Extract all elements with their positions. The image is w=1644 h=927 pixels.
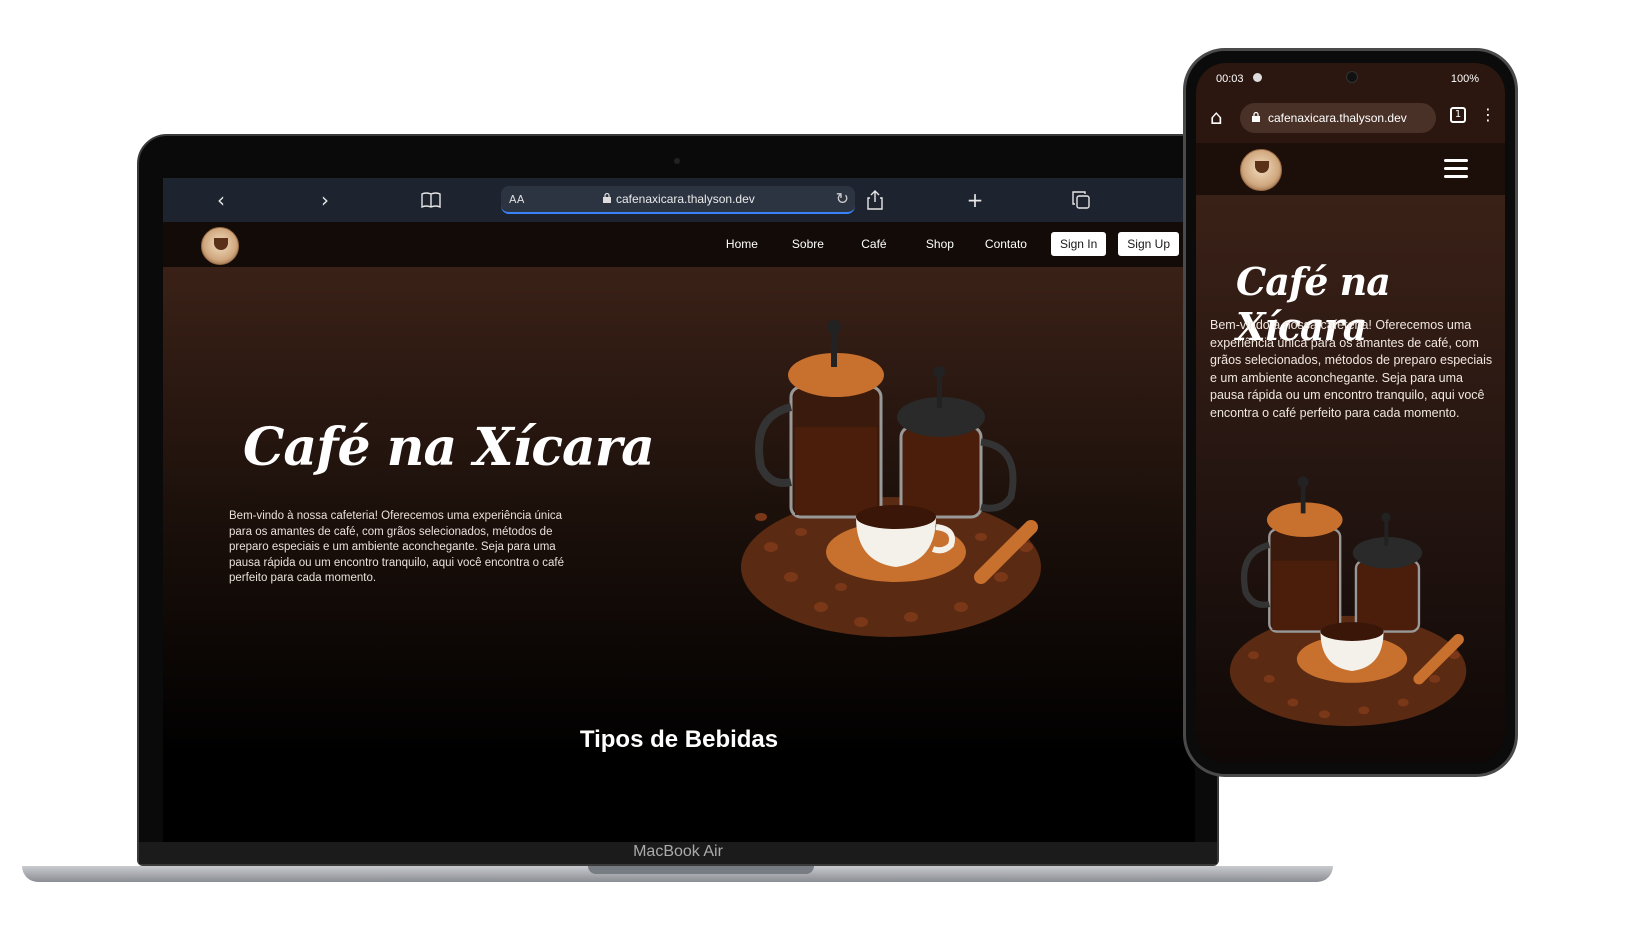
nav-contato[interactable]: Contato xyxy=(973,237,1039,251)
hamburger-menu-icon[interactable] xyxy=(1444,159,1468,179)
laptop-base xyxy=(22,866,1333,882)
reload-icon[interactable]: ↻ xyxy=(836,189,849,208)
mobile-hero-section: Café na Xícara Bem-vindo à nossa cafeter… xyxy=(1196,195,1505,763)
section-title-tipos-de-bebidas: Tipos de Bebidas xyxy=(579,726,779,753)
phone-screen: 00:03 100% ⌂ cafenaxicara.thalyson.dev 1… xyxy=(1196,63,1505,763)
mobile-hero-description: Bem-vindo à nossa cafeteria! Oferecemos … xyxy=(1210,318,1493,420)
laptop-device: ‹ › AA cafenaxicara.thalyson.dev ↻ + Hom… xyxy=(137,134,1219,866)
chevron-left-icon[interactable]: ‹ xyxy=(209,188,233,212)
book-icon[interactable] xyxy=(419,188,443,212)
mobile-browser-toolbar: ⌂ cafenaxicara.thalyson.dev 1 ⋮ xyxy=(1196,93,1505,143)
coffee-press-illustration xyxy=(1229,476,1467,727)
site-navbar: Home Sobre Café Shop Contato Sign In Sig… xyxy=(163,222,1195,267)
camera xyxy=(674,158,680,164)
tabs-icon[interactable] xyxy=(1069,188,1093,212)
hero-description: Bem-vindo à nossa cafeteria! Oferecemos … xyxy=(229,510,564,584)
phone-device: 00:03 100% ⌂ cafenaxicara.thalyson.dev 1… xyxy=(1183,48,1518,777)
mobile-site-navbar xyxy=(1196,143,1505,195)
hero-title: Café na Xícara xyxy=(243,417,655,478)
nav-links: Home Sobre Café Shop Contato Sign In Sig… xyxy=(709,232,1179,256)
plus-icon[interactable]: + xyxy=(963,188,987,212)
lock-icon xyxy=(603,193,611,203)
status-bar: 00:03 100% xyxy=(1196,63,1505,93)
sign-in-button[interactable]: Sign In xyxy=(1050,232,1107,256)
network-icon xyxy=(1253,73,1262,82)
text-size-button[interactable]: AA xyxy=(509,193,524,206)
nav-cafe[interactable]: Café xyxy=(841,237,907,251)
browser-toolbar: ‹ › AA cafenaxicara.thalyson.dev ↻ + xyxy=(163,178,1195,222)
laptop-bezel-bottom: MacBook Air xyxy=(139,842,1217,864)
lock-icon xyxy=(1252,112,1260,122)
device-brand-label: MacBook Air xyxy=(633,843,723,860)
tab-count-button[interactable]: 1 xyxy=(1450,107,1466,123)
status-time: 00:03 xyxy=(1216,73,1244,85)
more-options-icon[interactable]: ⋮ xyxy=(1480,105,1496,124)
front-camera xyxy=(1346,71,1358,83)
coffee-press-illustration xyxy=(741,320,1041,637)
url-text: cafenaxicara.thalyson.dev xyxy=(616,192,755,206)
laptop-hinge-notch xyxy=(588,866,814,874)
chevron-right-icon[interactable]: › xyxy=(313,188,337,212)
home-icon[interactable]: ⌂ xyxy=(1210,105,1223,129)
address-bar[interactable]: AA cafenaxicara.thalyson.dev ↻ xyxy=(501,186,855,214)
sign-up-button[interactable]: Sign Up xyxy=(1118,232,1179,256)
hero-section: Café na Xícara Bem-vindo à nossa cafeter… xyxy=(163,267,1195,846)
laptop-screen: ‹ › AA cafenaxicara.thalyson.dev ↻ + Hom… xyxy=(163,178,1195,846)
nav-sobre[interactable]: Sobre xyxy=(775,237,841,251)
nav-shop[interactable]: Shop xyxy=(907,237,973,251)
nav-home[interactable]: Home xyxy=(709,237,775,251)
mobile-address-bar[interactable]: cafenaxicara.thalyson.dev xyxy=(1240,103,1436,133)
mobile-url-text: cafenaxicara.thalyson.dev xyxy=(1268,111,1407,125)
battery-level: 100% xyxy=(1450,73,1479,85)
cafe-logo[interactable] xyxy=(201,227,239,265)
share-icon[interactable] xyxy=(863,188,887,212)
cafe-logo[interactable] xyxy=(1240,149,1282,191)
